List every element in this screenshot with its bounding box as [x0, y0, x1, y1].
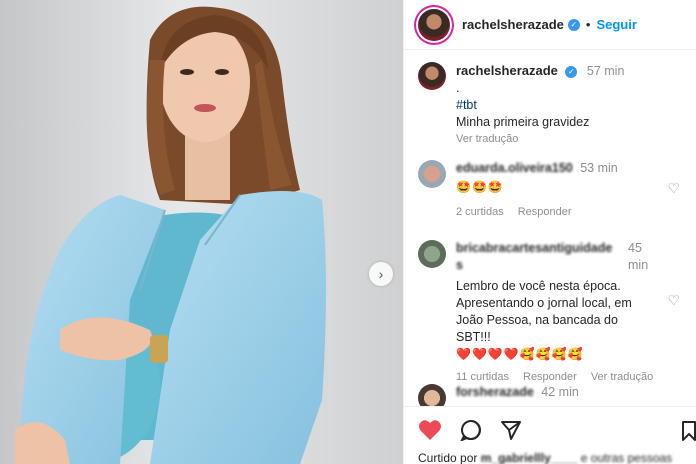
- caption-hashtag[interactable]: #tbt: [456, 97, 624, 114]
- follow-button[interactable]: Seguir: [596, 17, 636, 32]
- caption-dot: .: [456, 81, 460, 95]
- comment-emojis: ❤️❤️❤️❤️🥰🥰🥰🥰: [456, 347, 584, 361]
- chevron-right-icon: ›: [378, 266, 384, 282]
- post-actions: Curtido por m_gabriellly____ e outras pe…: [404, 406, 696, 464]
- commenter-username[interactable]: forsherazade: [456, 385, 534, 399]
- comment-like-heart-icon[interactable]: ♡: [667, 292, 680, 309]
- author-avatar[interactable]: [418, 8, 450, 41]
- comment-likes-count[interactable]: 2 curtidas: [456, 204, 504, 221]
- caption-translate-link[interactable]: Ver tradução: [456, 131, 624, 148]
- post-header: rachelsherazade ✓ • Seguir: [404, 0, 696, 50]
- comment-icon[interactable]: [460, 419, 482, 441]
- caption-username[interactable]: rachelsherazade: [456, 63, 558, 78]
- commenter-username[interactable]: eduarda.oliveira150: [456, 161, 573, 175]
- post-caption: rachelsherazade ✓ 57 min . #tbt Minha pr…: [418, 62, 624, 148]
- liked-by-prefix: Curtido por: [418, 451, 478, 464]
- caption-time[interactable]: 57 min: [587, 64, 625, 78]
- liked-by-suffix[interactable]: e outras pessoas: [581, 451, 672, 464]
- commenter-avatar[interactable]: [418, 384, 446, 406]
- comment-reply-button[interactable]: Responder: [518, 204, 572, 221]
- comment-time: 53 min: [580, 161, 618, 175]
- comment-text: Lembro de você nesta época. Apresentando…: [456, 279, 632, 344]
- comments-list[interactable]: rachelsherazade ✓ 57 min . #tbt Minha pr…: [404, 50, 696, 406]
- comment-like-heart-icon[interactable]: ♡: [667, 180, 680, 197]
- comment-time: 45 min: [628, 241, 649, 272]
- verified-badge-icon: ✓: [567, 18, 580, 31]
- comment-item: forsherazade 42 min: [418, 384, 690, 406]
- comment-item: bricabracartesantiguidades 45 min Lembro…: [418, 240, 690, 386]
- share-icon[interactable]: [500, 419, 522, 441]
- author-username[interactable]: rachelsherazade: [462, 17, 564, 32]
- liked-by-user[interactable]: m_gabriellly____: [481, 451, 578, 464]
- comment-item: eduarda.oliveira150 53 min 🤩🤩🤩 2 curtida…: [418, 160, 690, 221]
- next-photo-button[interactable]: ›: [369, 262, 393, 286]
- caption-avatar[interactable]: [418, 62, 446, 90]
- liked-by-text: Curtido por m_gabriellly____ e outras pe…: [418, 451, 672, 464]
- post-photo[interactable]: ›: [0, 0, 403, 464]
- header-separator: •: [585, 17, 591, 32]
- verified-badge-icon: ✓: [565, 65, 578, 78]
- instagram-post: › rachelsherazade ✓ • Seguir rachelshera…: [0, 0, 696, 464]
- comment-text: 🤩🤩🤩: [456, 180, 504, 194]
- commenter-avatar[interactable]: [418, 240, 446, 268]
- commenter-username[interactable]: bricabracartesantiguidades: [456, 240, 616, 274]
- post-sidebar: rachelsherazade ✓ • Seguir rachelsheraza…: [403, 0, 696, 464]
- caption-text: Minha primeira gravidez: [456, 115, 590, 129]
- commenter-avatar[interactable]: [418, 160, 446, 188]
- post-image: [0, 0, 403, 464]
- comment-time: 42 min: [541, 385, 579, 399]
- like-heart-icon[interactable]: [418, 419, 442, 441]
- bookmark-icon[interactable]: [681, 420, 696, 442]
